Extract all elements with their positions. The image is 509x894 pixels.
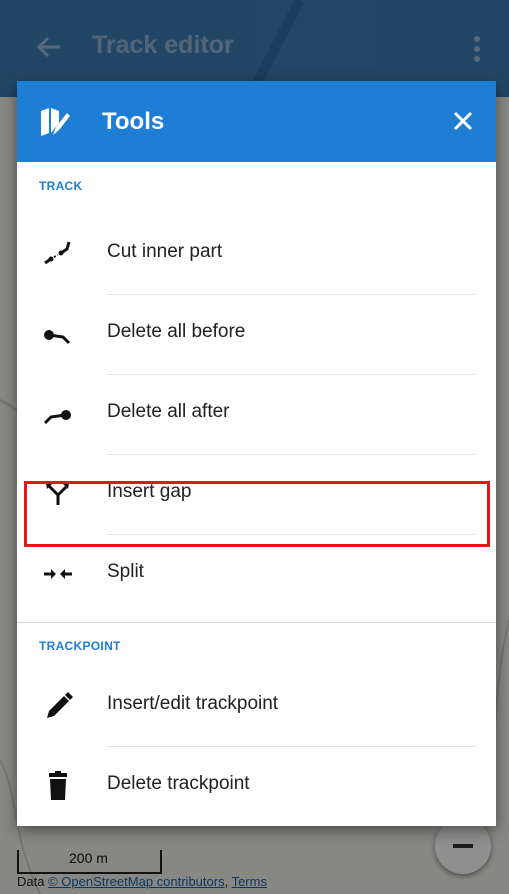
menu-item-split[interactable]: Split xyxy=(17,535,496,615)
delete-all-before-icon xyxy=(44,330,71,345)
menu-item-insert-edit-trackpoint[interactable]: Insert/edit trackpoint xyxy=(17,667,496,747)
highlight-box xyxy=(24,481,490,547)
menu-item-label: Delete all before xyxy=(107,321,246,342)
menu-item-label: Delete all after xyxy=(107,401,230,422)
dialog-title: Tools xyxy=(102,108,165,135)
menu-item-label: Insert/edit trackpoint xyxy=(107,693,279,714)
menu-item-delete-trackpoint[interactable]: Delete trackpoint xyxy=(17,747,496,827)
delete-all-after-icon xyxy=(43,410,71,425)
close-icon[interactable] xyxy=(449,107,477,135)
tools-dialog: Tools TRACK Cut inner part Delete all be… xyxy=(17,81,496,826)
trash-icon xyxy=(49,771,67,800)
section-header-trackpoint: TRACKPOINT xyxy=(39,639,121,653)
menu-item-label: Cut inner part xyxy=(107,241,223,262)
menu-item-cut-inner-part[interactable]: Cut inner part xyxy=(17,215,496,295)
pencil-icon xyxy=(47,692,73,718)
track-tools-icon xyxy=(41,108,70,136)
menu-item-label: Split xyxy=(107,561,144,582)
menu-item-label: Delete trackpoint xyxy=(107,773,250,794)
section-divider xyxy=(17,622,496,623)
section-header-track: TRACK xyxy=(39,179,83,193)
cut-inner-part-icon xyxy=(44,241,71,265)
menu-item-delete-all-after[interactable]: Delete all after xyxy=(17,375,496,455)
split-icon xyxy=(44,569,72,579)
menu-item-delete-all-before[interactable]: Delete all before xyxy=(17,295,496,375)
dialog-header: Tools xyxy=(17,81,496,162)
